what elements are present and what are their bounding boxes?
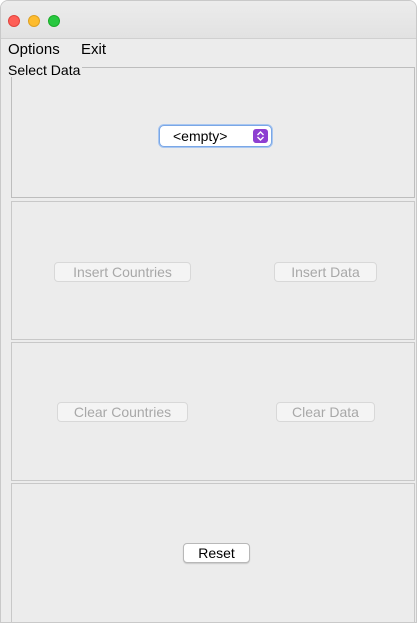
menu-bar: Options Exit bbox=[1, 39, 416, 61]
menu-exit[interactable]: Exit bbox=[81, 40, 106, 60]
app-window: Options Exit Select Data <empty> Insert … bbox=[0, 0, 417, 623]
menu-options[interactable]: Options bbox=[8, 40, 60, 60]
combo-selected-value: <empty> bbox=[173, 128, 228, 144]
reset-button[interactable]: Reset bbox=[183, 543, 250, 563]
zoom-window-button[interactable] bbox=[48, 15, 60, 27]
minimize-window-button[interactable] bbox=[28, 15, 40, 27]
clear-countries-button[interactable]: Clear Countries bbox=[57, 402, 188, 422]
close-window-button[interactable] bbox=[8, 15, 20, 27]
data-select-combobox[interactable]: <empty> bbox=[159, 125, 272, 147]
title-bar bbox=[1, 1, 416, 39]
insert-countries-button[interactable]: Insert Countries bbox=[54, 262, 191, 282]
up-down-chevron-icon[interactable] bbox=[253, 129, 268, 143]
clear-data-button[interactable]: Clear Data bbox=[276, 402, 375, 422]
insert-data-button[interactable]: Insert Data bbox=[274, 262, 377, 282]
select-data-legend: Select Data bbox=[8, 62, 83, 78]
